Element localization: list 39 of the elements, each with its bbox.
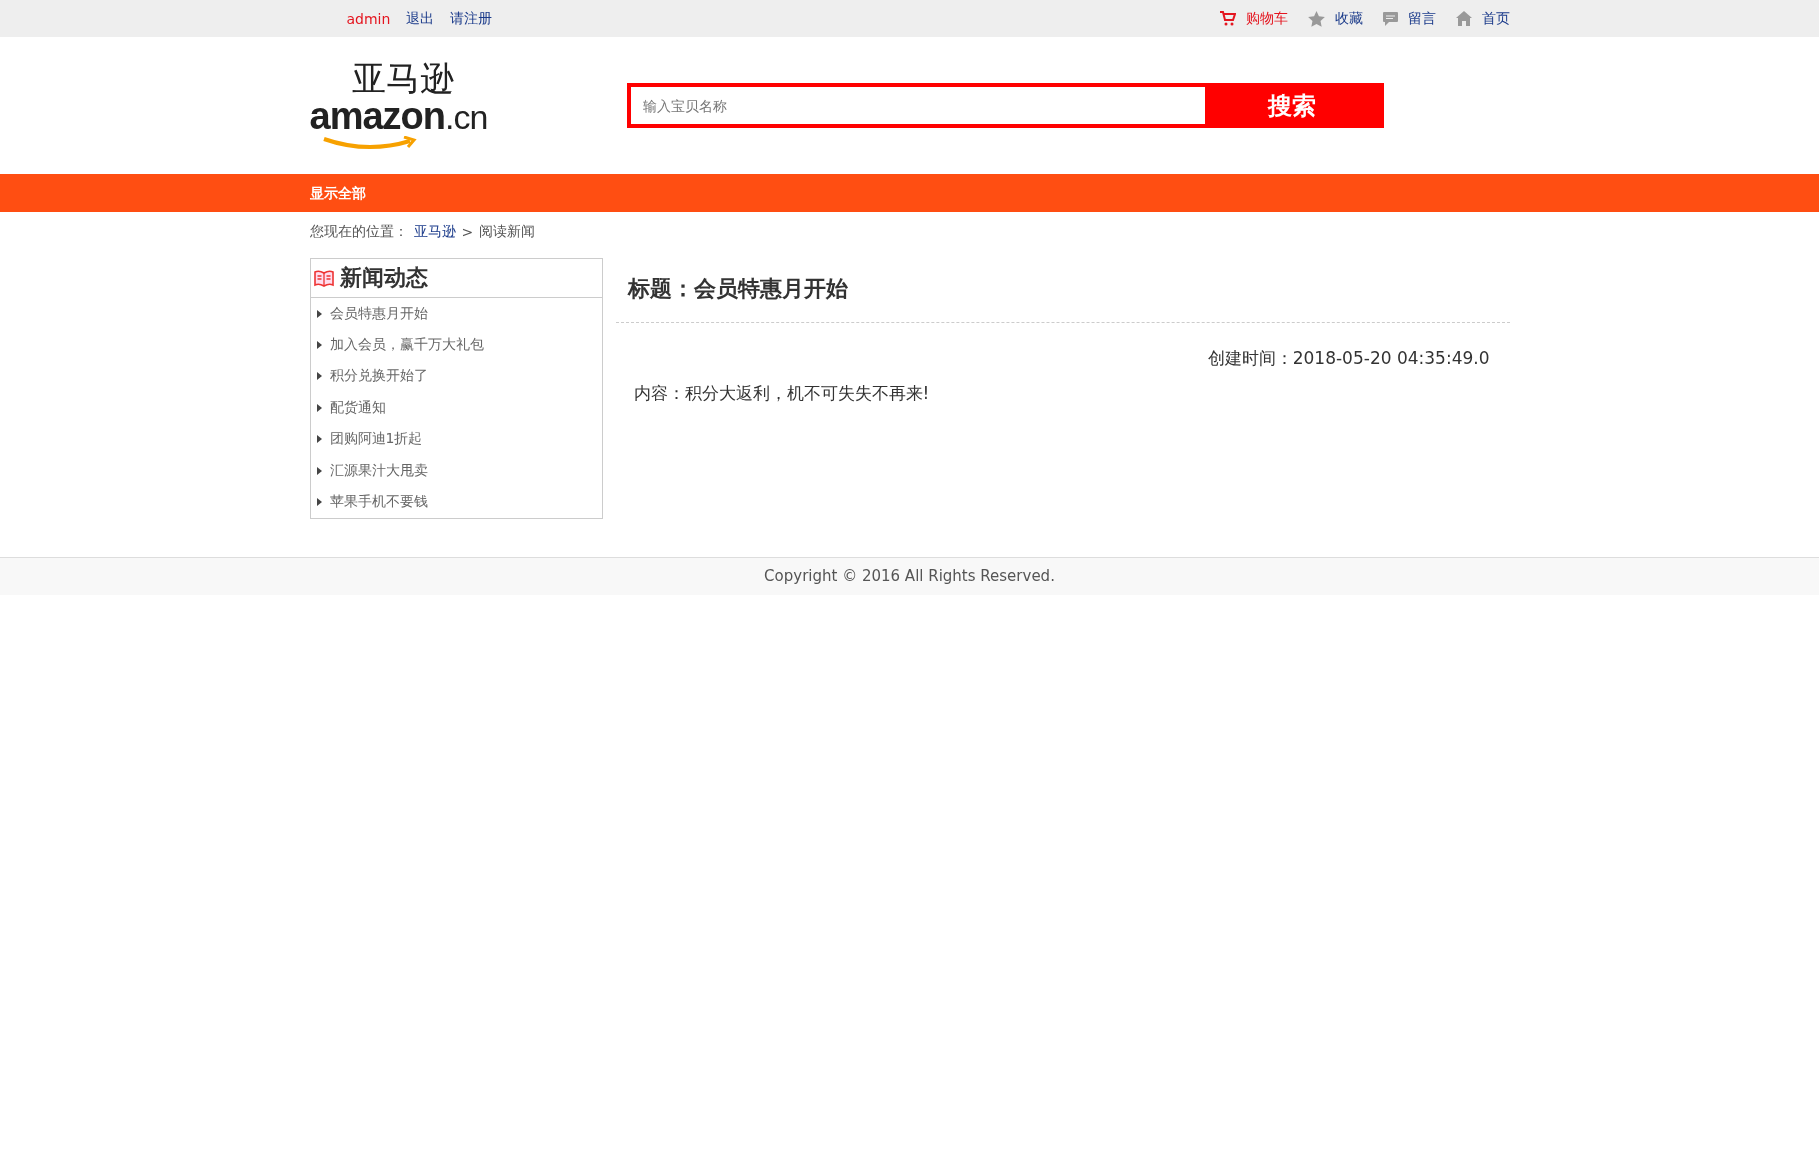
cart-icon	[1219, 11, 1236, 26]
username-link[interactable]: admin	[346, 10, 391, 27]
nav-link[interactable]: 显示全部	[309, 174, 366, 212]
news-link[interactable]: 配货通知	[310, 392, 602, 424]
house-icon	[1455, 11, 1472, 26]
breadcrumb-label: 您现在的位置：	[309, 223, 408, 241]
breadcrumb-current: 阅读新闻	[479, 223, 536, 241]
triangle-icon	[316, 403, 322, 412]
triangle-icon	[316, 341, 322, 350]
panel-title: 新闻动态	[339, 264, 428, 292]
news-link[interactable]: 会员特惠月开始	[310, 298, 602, 330]
star-icon	[1307, 10, 1325, 27]
top-link[interactable]: 购物车	[1245, 9, 1288, 28]
article-title: 标题：会员特惠月开始	[627, 275, 848, 303]
copyright-text: Copyright © 2016 All Rights Reserved.	[764, 567, 1055, 586]
top-link[interactable]: 首页	[1481, 9, 1510, 28]
created-time: 创建时间：2018-05-20 04:35:49.0	[1207, 347, 1490, 370]
speech-bubble-icon	[1382, 11, 1398, 26]
logo-wordmark: amazon.cn	[309, 97, 488, 136]
news-link[interactable]: 团购阿迪1折起	[310, 423, 602, 455]
news-link[interactable]: 苹果手机不要钱	[310, 486, 602, 518]
news-link[interactable]: 汇源果汁大甩卖	[310, 454, 602, 487]
news-link[interactable]: 积分兑换开始了	[310, 360, 602, 393]
breadcrumb-link[interactable]: 亚马逊	[413, 223, 456, 241]
logo-text: 亚马逊	[351, 59, 454, 97]
search-field[interactable]: 输入宝贝名称	[630, 87, 1205, 124]
triangle-icon	[316, 466, 322, 475]
book-icon	[313, 269, 334, 287]
top-link[interactable]: 收藏	[1334, 9, 1363, 28]
article-content: 内容：积分大返利，机不可失失不再来!	[633, 382, 931, 405]
breadcrumb-separator: >	[461, 224, 474, 240]
top-link[interactable]: 留言	[1407, 9, 1436, 28]
triangle-icon	[316, 309, 322, 318]
triangle-icon	[316, 435, 322, 444]
triangle-icon	[316, 498, 322, 507]
top-link[interactable]: 退出	[406, 9, 435, 28]
news-link[interactable]: 加入会员，赢千万大礼包	[310, 329, 602, 361]
triangle-icon	[316, 372, 322, 381]
top-link[interactable]: 请注册	[450, 9, 493, 28]
